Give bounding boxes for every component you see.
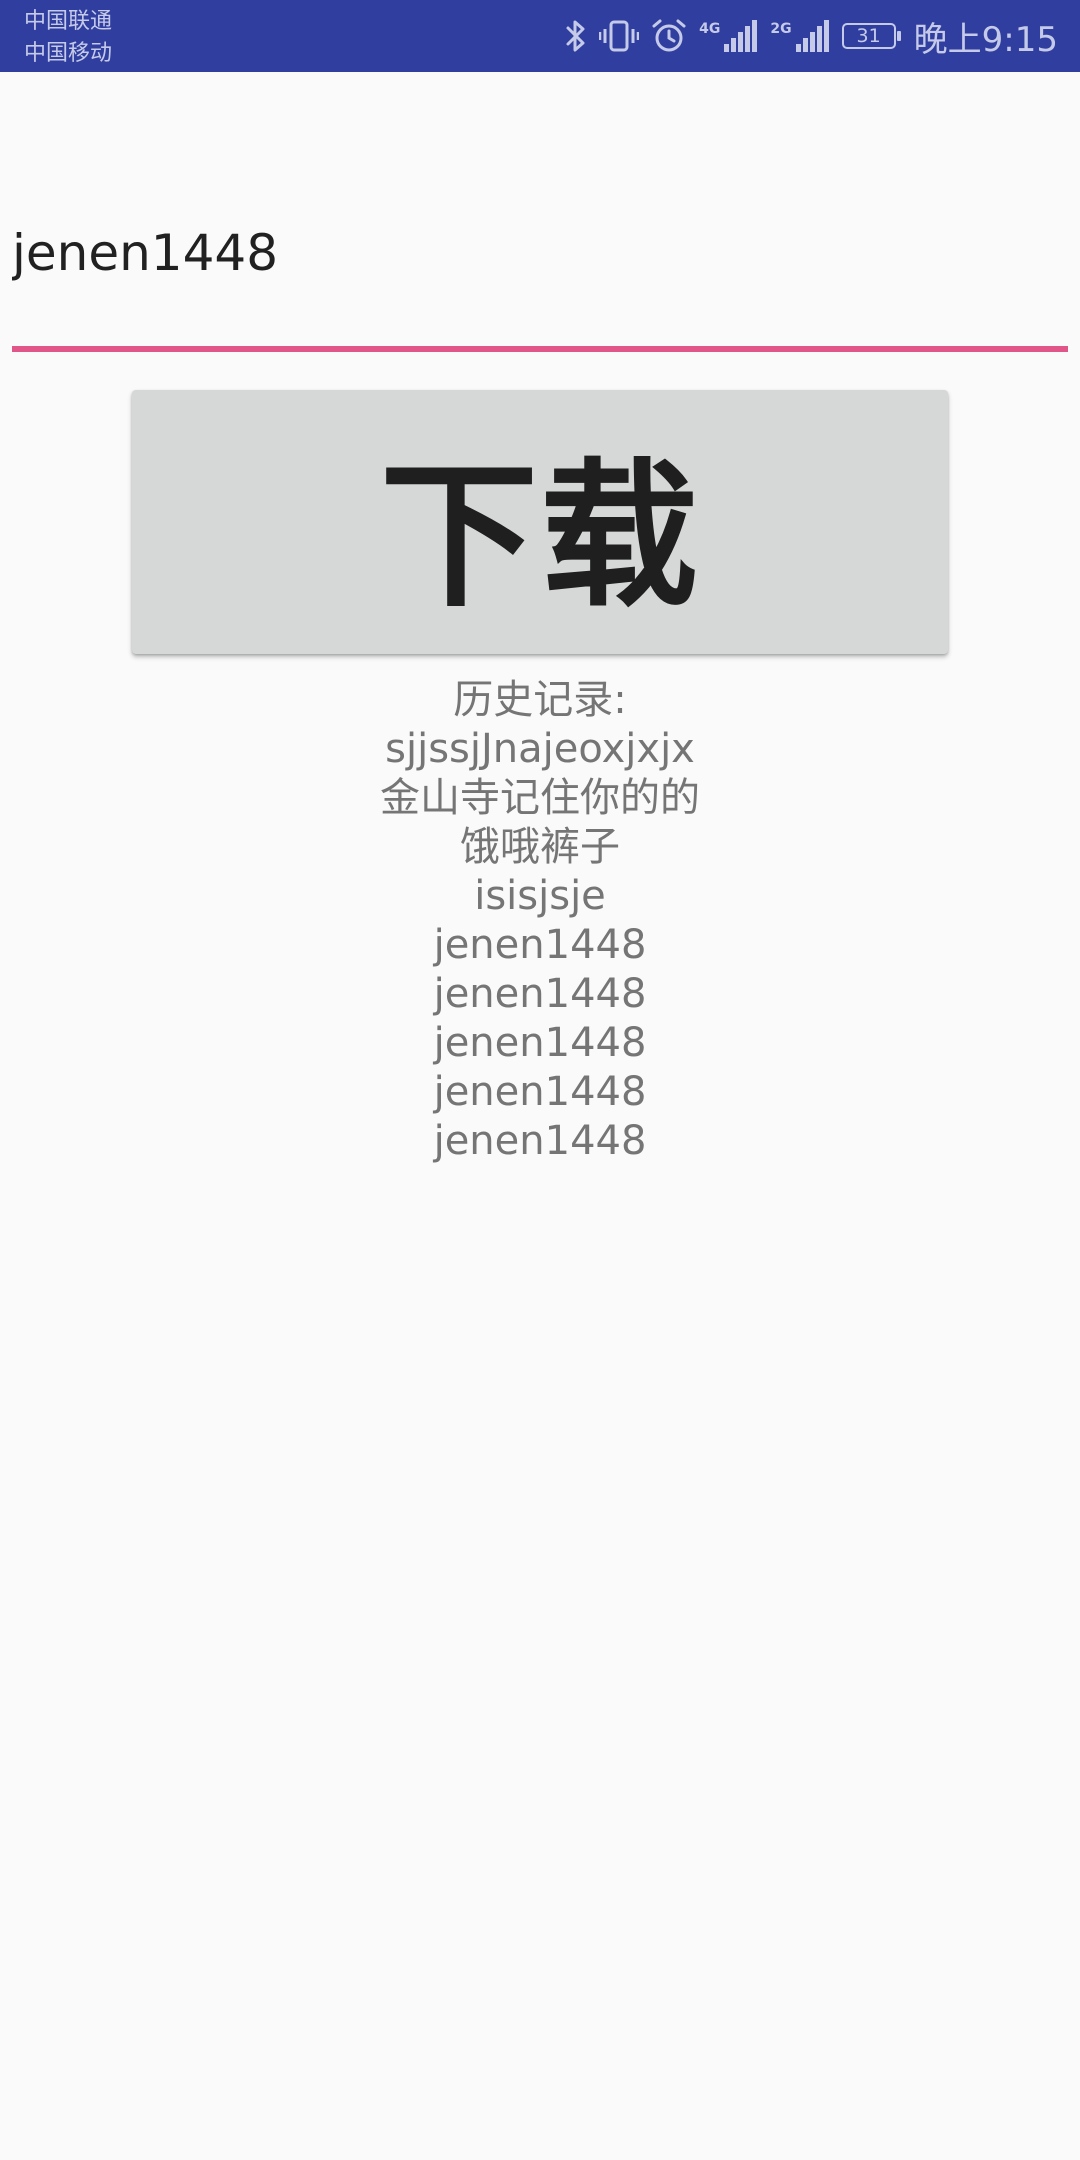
history-entry: jenen1448 [433,922,647,968]
history-entry: jenen1448 [433,1118,647,1164]
vibrate-icon [599,19,640,53]
history-entry: jenen1448 [433,1069,647,1115]
alarm-icon [651,19,687,53]
signal-icon: 2G [770,20,829,52]
status-icons: 4G 2G 31 晚上9:15 [565,0,1058,72]
battery-level: 31 [856,25,881,47]
carrier-1: 中国联通 [24,9,113,34]
history-entry: sjjssjJnajeoxjxjx [385,726,695,772]
history-list: 历史记录: sjjssjJnajeoxjxjx 金山寺记住你的的 饿哦裤子 is… [0,676,1080,1166]
download-button[interactable]: 下载 [132,390,948,654]
status-bar: 中国联通 中国移动 4G 2G 31 晚上9:15 [0,0,1080,72]
history-entry: isisjsje [474,873,606,919]
history-heading: 历史记录: [453,677,627,723]
history-entry: jenen1448 [433,1020,647,1066]
history-entry: jenen1448 [433,971,647,1017]
history-entry: 饿哦裤子 [460,824,620,870]
battery-icon: 31 [841,23,901,49]
text-field [12,160,1068,352]
carrier-info: 中国联通 中国移动 [24,6,112,70]
username-input[interactable] [12,188,1068,318]
carrier-2: 中国移动 [24,41,113,66]
clock: 晚上9:15 [913,19,1058,60]
input-underline [12,346,1068,352]
signal-icon: 4G [699,20,758,52]
history-entry: 金山寺记住你的的 [380,775,700,821]
network-type-2: 2G [770,21,792,37]
bluetooth-icon [565,19,587,53]
network-type-1: 4G [699,21,721,37]
